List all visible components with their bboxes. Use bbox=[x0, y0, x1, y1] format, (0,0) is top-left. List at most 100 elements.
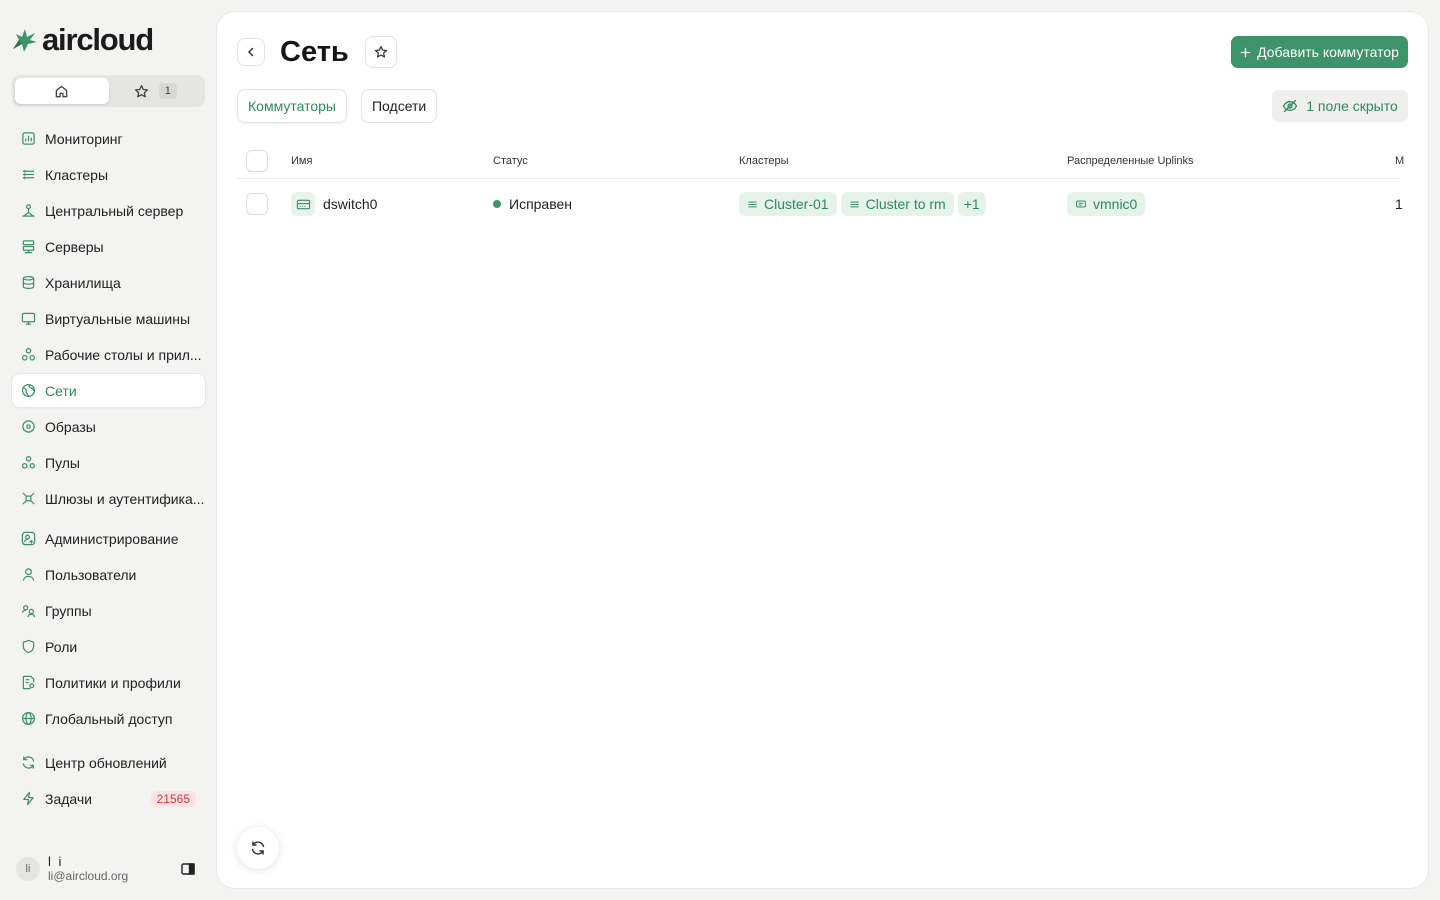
sidebar-toggle-icon[interactable] bbox=[180, 861, 196, 877]
sidebar-item-central-server[interactable]: Центральный сервер bbox=[12, 194, 205, 227]
status-dot bbox=[493, 200, 501, 208]
tab-subnets[interactable]: Подсети bbox=[360, 89, 438, 123]
page-title: Сеть bbox=[280, 36, 349, 68]
sidebar-item-desktops-apps[interactable]: Рабочие столы и прил... bbox=[12, 338, 205, 371]
user-name: l i bbox=[48, 854, 64, 869]
sidebar-item-label: Глобальный доступ bbox=[45, 710, 173, 727]
sidebar-item-label: Пулы bbox=[45, 454, 80, 471]
column-status[interactable]: Статус bbox=[493, 143, 528, 178]
sidebar-item-global-access[interactable]: Глобальный доступ bbox=[12, 702, 205, 735]
user-icon bbox=[21, 567, 36, 582]
sidebar-item-label: Мониторинг bbox=[45, 130, 123, 147]
gateway-icon bbox=[21, 491, 36, 506]
sidebar-nav: Мониторинг Кластеры Центральный сервер С… bbox=[12, 122, 205, 818]
sidebar-item-label: Рабочие столы и прил... bbox=[45, 346, 202, 363]
uplink-chip[interactable]: vmnic0 bbox=[1067, 192, 1146, 216]
disc-icon bbox=[21, 419, 36, 434]
apps-icon bbox=[21, 347, 36, 362]
home-tab[interactable] bbox=[15, 78, 109, 104]
clusters-more-chip[interactable]: +1 bbox=[957, 192, 986, 216]
column-uplinks[interactable]: Распределенные Uplinks bbox=[1067, 143, 1194, 178]
truncated-cell: 1 bbox=[1395, 196, 1403, 212]
sidebar-item-label: Хранилища bbox=[45, 274, 121, 291]
sidebar-item-label: Администрирование bbox=[45, 530, 179, 547]
refresh-icon bbox=[250, 840, 266, 856]
sidebar-item-update-center[interactable]: Центр обновлений bbox=[12, 746, 205, 779]
sidebar-item-storage[interactable]: Хранилища bbox=[12, 266, 205, 299]
cluster-chip[interactable]: Cluster-01 bbox=[739, 192, 837, 216]
favorite-button[interactable] bbox=[365, 36, 397, 68]
sidebar-item-vms[interactable]: Виртуальные машины bbox=[12, 302, 205, 335]
table-header: Имя Статус Кластеры Распределенные Uplin… bbox=[237, 143, 1404, 179]
pools-icon bbox=[21, 455, 36, 470]
user-profile[interactable]: li l i li@aircloud.org bbox=[16, 852, 196, 886]
layers-icon bbox=[21, 167, 36, 182]
sidebar-item-administration[interactable]: Администрирование bbox=[12, 522, 205, 555]
column-name[interactable]: Имя bbox=[291, 143, 312, 178]
sidebar-item-label: Кластеры bbox=[45, 166, 108, 183]
sidebar-item-clusters[interactable]: Кластеры bbox=[12, 158, 205, 191]
sidebar-item-roles[interactable]: Роли bbox=[12, 630, 205, 663]
cluster-chip[interactable]: Cluster to rm bbox=[840, 192, 954, 216]
sidebar: aircloud 1 Мониторинг Кластеры Центральн… bbox=[0, 0, 217, 900]
sidebar-item-label: Шлюзы и аутентифика... bbox=[45, 490, 205, 507]
favorites-count: 1 bbox=[158, 83, 177, 99]
network-icon bbox=[21, 203, 36, 218]
refresh-button[interactable] bbox=[237, 827, 279, 869]
table-row[interactable]: dswitch0 Исправен Cluster-01 Cluster to … bbox=[237, 179, 1403, 229]
sidebar-item-images[interactable]: Образы bbox=[12, 410, 205, 443]
monitor-icon bbox=[21, 311, 36, 326]
nic-icon bbox=[1075, 198, 1087, 210]
column-clusters[interactable]: Кластеры bbox=[739, 143, 789, 178]
favorites-tab[interactable]: 1 bbox=[109, 78, 203, 104]
sidebar-item-label: Политики и профили bbox=[45, 674, 181, 691]
hidden-fields-label: 1 поле скрыто bbox=[1306, 98, 1398, 114]
sidebar-item-groups[interactable]: Группы bbox=[12, 594, 205, 627]
policy-icon bbox=[21, 675, 36, 690]
row-checkbox[interactable] bbox=[246, 193, 268, 215]
tasks-count-badge: 21565 bbox=[150, 790, 196, 807]
star-icon bbox=[134, 84, 149, 99]
home-icon bbox=[54, 84, 69, 99]
sidebar-item-users[interactable]: Пользователи bbox=[12, 558, 205, 591]
brand-name: aircloud bbox=[42, 22, 154, 57]
tab-switches[interactable]: Коммутаторы bbox=[237, 89, 347, 123]
switch-icon bbox=[291, 192, 315, 216]
sidebar-item-tasks[interactable]: Задачи 21565 bbox=[12, 782, 205, 815]
uplink-chip-label: vmnic0 bbox=[1093, 196, 1138, 212]
hidden-fields-button[interactable]: 1 поле скрыто bbox=[1272, 90, 1408, 122]
sidebar-item-networks[interactable]: Сети bbox=[12, 374, 205, 407]
cluster-chip-label: Cluster to rm bbox=[865, 196, 946, 212]
add-switch-label: Добавить коммутатор bbox=[1257, 44, 1399, 60]
sidebar-item-gateways-auth[interactable]: Шлюзы и аутентифика... bbox=[12, 482, 205, 515]
add-switch-button[interactable]: Добавить коммутатор bbox=[1231, 36, 1408, 68]
admin-icon bbox=[21, 531, 36, 546]
sidebar-item-policies[interactable]: Политики и профили bbox=[12, 666, 205, 699]
switch-name[interactable]: dswitch0 bbox=[323, 196, 377, 212]
sidebar-item-label: Сети bbox=[45, 382, 77, 399]
select-all-checkbox[interactable] bbox=[246, 149, 268, 172]
column-truncated[interactable]: M bbox=[1395, 143, 1404, 178]
sidebar-item-label: Серверы bbox=[45, 238, 104, 255]
sidebar-item-monitoring[interactable]: Мониторинг bbox=[12, 122, 205, 155]
layers-icon bbox=[849, 199, 860, 210]
sidebar-item-label: Пользователи bbox=[45, 566, 137, 583]
sidebar-item-label: Центральный сервер bbox=[45, 202, 184, 219]
sidebar-item-label: Центр обновлений bbox=[45, 754, 167, 771]
chevron-left-icon bbox=[245, 46, 257, 58]
server-icon bbox=[21, 239, 36, 254]
globe-icon bbox=[21, 711, 36, 726]
tabs: Коммутаторы Подсети bbox=[237, 89, 438, 123]
avatar: li bbox=[16, 857, 40, 881]
eye-off-icon bbox=[1282, 98, 1298, 114]
sidebar-item-label: Образы bbox=[45, 418, 96, 435]
aircloud-logo[interactable]: aircloud bbox=[10, 22, 154, 57]
sidebar-item-servers[interactable]: Серверы bbox=[12, 230, 205, 263]
home-favorites-switch: 1 bbox=[12, 75, 205, 107]
main-panel: Сеть Добавить коммутатор Коммутаторы Под… bbox=[217, 12, 1428, 888]
back-button[interactable] bbox=[237, 38, 265, 66]
sidebar-item-label: Роли bbox=[45, 638, 78, 655]
chart-icon bbox=[21, 131, 36, 146]
user-email: li@aircloud.org bbox=[48, 869, 129, 883]
sidebar-item-pools[interactable]: Пулы bbox=[12, 446, 205, 479]
